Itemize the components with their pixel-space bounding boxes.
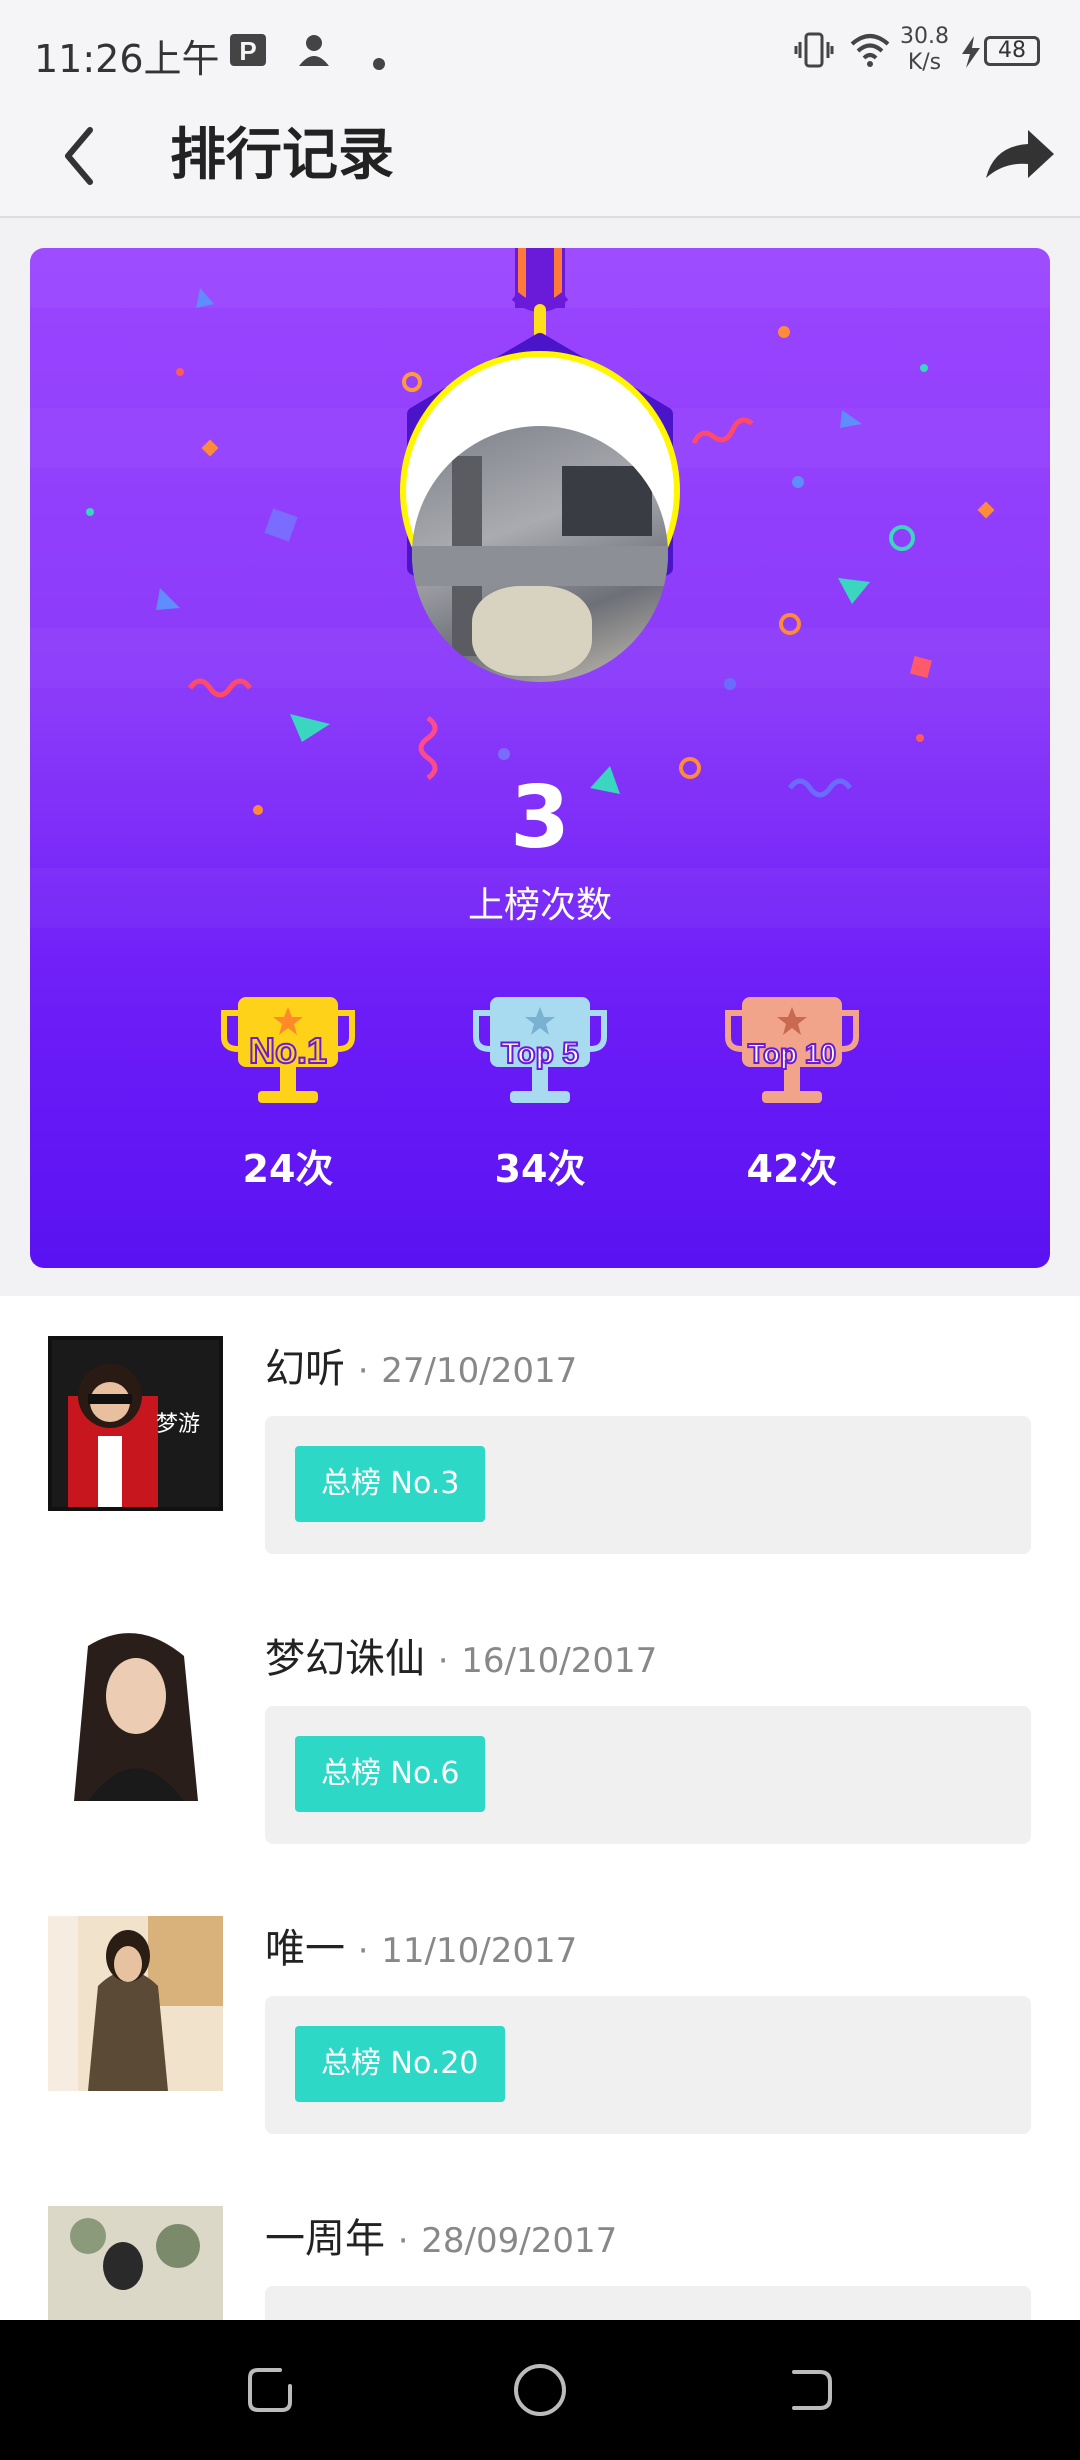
top5-count: 34次 (494, 1147, 586, 1191)
trophy-top5-icon: Top 5 (473, 997, 607, 1103)
notification-dot-icon (372, 40, 386, 80)
trophy-top10-icon: Top 10 (725, 997, 859, 1103)
rank-box: 总榜 No.3 (265, 1416, 1031, 1554)
back-arrow-icon (65, 127, 93, 185)
ranking-count-label: 上榜次数 (467, 885, 612, 926)
share-arrow-icon (986, 130, 1054, 178)
rank-badge[interactable]: 总榜 No.3 (295, 1446, 486, 1522)
record-title-line: 梦幻诛仙 · 16/10/2017 (265, 1626, 657, 1684)
list-item[interactable]: 一周年 · 28/09/2017 (0, 2166, 1080, 2320)
record-title: 唯一 (265, 1926, 345, 1972)
back-nav-icon (792, 2370, 832, 2410)
wifi-icon (848, 30, 892, 79)
ranking-count: 3 (510, 768, 570, 868)
list-item[interactable]: 梦幻诛仙 · 16/10/2017 总榜 No.6 (0, 1586, 1080, 1876)
record-title-line: 唯一 · 11/10/2017 (265, 1916, 577, 1974)
album-cover (48, 1916, 223, 2091)
rank-badge[interactable]: 总榜 No.20 (295, 2026, 505, 2102)
separator-dot: · (357, 1931, 369, 1971)
rank-badge[interactable]: 总榜 No.6 (295, 1736, 486, 1812)
record-title-line: 一周年 · 28/09/2017 (265, 2206, 617, 2264)
home-button[interactable] (510, 2360, 570, 2420)
separator-dot: · (437, 1641, 449, 1681)
network-speed: 30.8 K/s (900, 24, 949, 75)
rank-box: 总榜 No.6 (265, 1706, 1031, 1844)
ranking-summary-card: 3 上榜次数 No.1 24次 Top 5 34次 Top 10 42次 (30, 248, 1050, 1268)
no1-count: 24次 (242, 1147, 334, 1191)
top10-count: 42次 (746, 1147, 838, 1191)
status-time: 11:26上午 (34, 37, 220, 81)
svg-text:Top 5: Top 5 (501, 1037, 579, 1070)
medal-photo (412, 426, 668, 682)
share-button[interactable] (980, 116, 1060, 196)
record-date: 11/10/2017 (381, 1931, 578, 1971)
charging-icon (960, 36, 982, 77)
back-button[interactable] (50, 116, 130, 196)
list-item[interactable]: 唯一 · 11/10/2017 总榜 No.20 (0, 1876, 1080, 2166)
top-app-bar: 排行记录 (0, 96, 1080, 218)
svg-text:P: P (239, 36, 256, 66)
record-date: 27/10/2017 (381, 1351, 578, 1391)
svg-text:Top 10: Top 10 (748, 1038, 836, 1069)
recents-button[interactable] (240, 2360, 300, 2420)
trophy-no1-icon: No.1 (221, 997, 355, 1103)
album-cover: 梦游 (48, 1336, 223, 1511)
parking-app-icon: P (228, 30, 268, 79)
vibrate-icon (794, 30, 834, 79)
rank-box (265, 2286, 1031, 2320)
recents-icon (248, 2368, 292, 2412)
album-cover (48, 2206, 223, 2320)
svg-text:No.1: No.1 (249, 1030, 327, 1071)
battery-icon: 48 (984, 36, 1040, 66)
list-item[interactable]: 梦游 幻听 · 27/10/2017 总榜 No.3 (0, 1296, 1080, 1586)
back-nav-button[interactable] (780, 2360, 840, 2420)
record-title: 幻听 (265, 1346, 345, 1392)
page-title: 排行记录 (170, 123, 394, 188)
system-nav-bar (0, 2320, 1080, 2460)
record-date: 16/10/2017 (461, 1641, 658, 1681)
separator-dot: · (357, 1351, 369, 1391)
svg-text:梦游: 梦游 (156, 1412, 200, 1437)
record-title: 一周年 (265, 2216, 385, 2262)
person-icon (294, 30, 334, 79)
separator-dot: · (397, 2221, 409, 2261)
record-title-line: 幻听 · 27/10/2017 (265, 1336, 577, 1394)
record-title: 梦幻诛仙 (265, 1636, 425, 1682)
status-bar: 11:26上午 P 30.8 K/s 48 (0, 0, 1080, 96)
record-date: 28/09/2017 (421, 2221, 618, 2261)
ranking-record-list: 梦游 幻听 · 27/10/2017 总榜 No.3 梦幻诛仙 · 16/10/… (0, 1296, 1080, 2320)
rank-box: 总榜 No.20 (265, 1996, 1031, 2134)
home-circle-icon (514, 2364, 566, 2416)
album-cover (48, 1626, 223, 1801)
